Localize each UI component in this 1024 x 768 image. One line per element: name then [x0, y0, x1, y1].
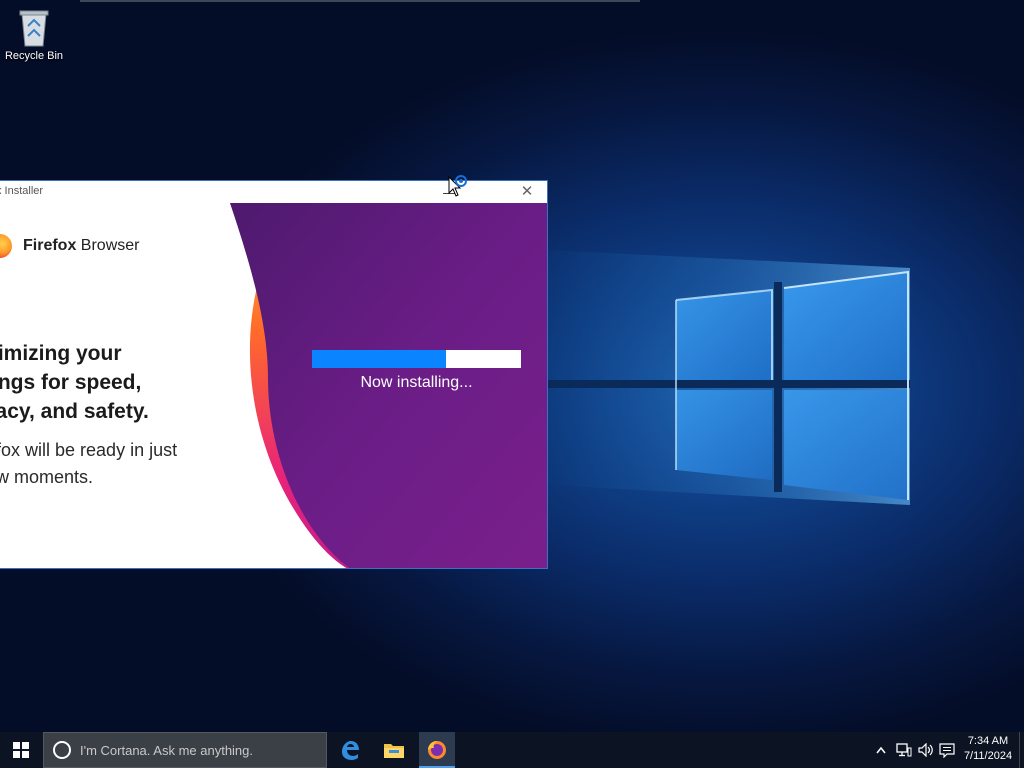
install-progress-fill	[312, 350, 446, 368]
installer-window[interactable]: x Installer — ✕ Firefox Browser ptimizin…	[0, 180, 548, 569]
windows-start-icon	[13, 742, 29, 758]
tray-chevron[interactable]	[872, 732, 890, 768]
desktop-icon-recycle-bin[interactable]: Recycle Bin	[2, 6, 66, 62]
edge-icon	[342, 741, 359, 760]
cortana-icon	[53, 741, 71, 759]
mouse-cursor-busy-icon	[448, 175, 467, 197]
tray-notifications[interactable]	[937, 732, 957, 768]
firefox-brand: Firefox Browser	[0, 234, 139, 258]
tray-volume[interactable]	[916, 732, 936, 768]
tray-network[interactable]	[894, 732, 914, 768]
cortana-search-box[interactable]: I'm Cortana. Ask me anything.	[43, 732, 327, 768]
taskbar: I'm Cortana. Ask me anything. 7:34 AM 7/…	[0, 732, 1024, 768]
close-button[interactable]: ✕	[515, 182, 539, 202]
chevron-up-icon	[876, 746, 886, 754]
search-placeholder: I'm Cortana. Ask me anything.	[80, 742, 254, 758]
file-explorer-icon	[384, 744, 404, 758]
firefox-logo-icon	[0, 234, 12, 258]
installer-headline: ptimizing your ttings for speed, ivacy, …	[0, 342, 149, 423]
brand-name-bold: Firefox	[23, 237, 77, 254]
window-title: x Installer	[0, 185, 44, 197]
show-desktop-button[interactable]	[1019, 732, 1024, 768]
brand-name-regular: Browser	[76, 237, 140, 254]
recycle-bin-icon	[19, 10, 49, 47]
taskbar-file-explorer[interactable]	[376, 732, 412, 768]
taskbar-firefox[interactable]	[419, 732, 455, 768]
volume-icon	[918, 743, 933, 757]
clock-time: 7:34 AM	[967, 735, 1009, 747]
install-status-text: Now installing...	[360, 374, 473, 391]
clock-date: 7/11/2024	[963, 750, 1013, 762]
notifications-icon	[939, 742, 955, 758]
taskbar-clock[interactable]: 7:34 AM 7/11/2024	[958, 734, 1018, 764]
recycle-bin-label: Recycle Bin	[4, 50, 64, 62]
firefox-icon	[428, 741, 446, 759]
start-button[interactable]	[0, 732, 42, 768]
network-icon	[896, 743, 912, 757]
installer-subtext: efox will be ready in just ew moments.	[0, 440, 178, 487]
taskbar-edge[interactable]	[332, 732, 368, 768]
install-progress-bar	[312, 350, 521, 368]
